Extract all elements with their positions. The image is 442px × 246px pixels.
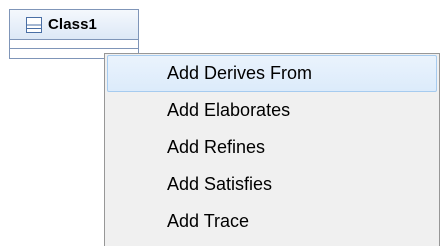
menu-item-add-satisfies[interactable]: Add Satisfies — [107, 166, 437, 203]
context-menu: Add Derives From Add Elaborates Add Refi… — [104, 53, 440, 246]
class-icon — [25, 16, 43, 34]
class-name: Class1 — [48, 16, 97, 33]
diagram-canvas[interactable]: Class1 Add Derives From Add Elaborates A… — [0, 0, 442, 246]
menu-item-label: Add Derives From — [167, 63, 313, 83]
menu-item-add-refines[interactable]: Add Refines — [107, 129, 437, 166]
menu-item-label: Add Trace — [167, 211, 250, 231]
menu-item-label: Add Satisfies — [167, 174, 273, 194]
menu-item-label: Add Refines — [167, 137, 266, 157]
menu-item-add-trace[interactable]: Add Trace — [107, 203, 437, 240]
menu-item-add-derives-from[interactable]: Add Derives From — [107, 55, 437, 92]
menu-item-label: Add Elaborates — [167, 100, 291, 120]
class-header[interactable]: Class1 — [10, 10, 138, 40]
attributes-compartment[interactable] — [10, 40, 138, 49]
menu-item-add-elaborates[interactable]: Add Elaborates — [107, 92, 437, 129]
class-node[interactable]: Class1 — [9, 9, 139, 59]
